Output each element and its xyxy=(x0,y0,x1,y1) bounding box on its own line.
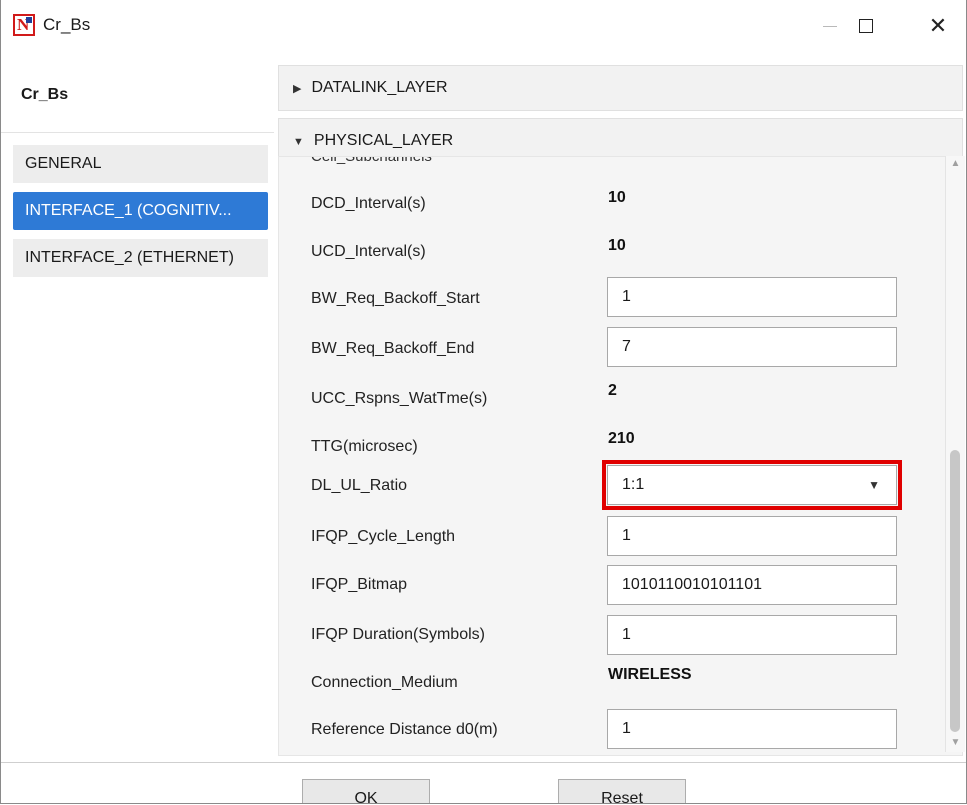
field-value: 10 xyxy=(608,189,626,206)
title-bar: N Cr_Bs ✕ xyxy=(1,0,966,60)
reference-distance-input[interactable]: 1 xyxy=(607,709,897,749)
divider xyxy=(1,132,274,133)
field-value: WIRELESS xyxy=(608,666,692,683)
row-ifqp-duration: IFQP Duration(Symbols) 1 xyxy=(279,612,939,658)
highlight-box xyxy=(602,460,902,510)
row-dcd-interval: DCD_Interval(s) 10 xyxy=(279,187,939,233)
scroll-up-icon[interactable]: ▲ xyxy=(946,158,965,169)
field-label: IFQP Duration(Symbols) xyxy=(311,626,485,643)
datalink-layer-header[interactable]: ▶ DATALINK_LAYER xyxy=(278,65,963,111)
row-ifqp-cycle-length: IFQP_Cycle_Length 1 xyxy=(279,513,939,559)
minimize-icon xyxy=(823,25,837,27)
field-label: UCC_Rspns_WatTme(s) xyxy=(311,390,488,407)
field-label: Connection_Medium xyxy=(311,674,458,691)
reset-button[interactable]: Reset xyxy=(558,779,686,803)
device-name: Cr_Bs xyxy=(21,86,69,103)
field-label: UCD_Interval(s) xyxy=(311,243,426,260)
field-value: 2 xyxy=(608,382,617,399)
datalink-layer-label: DATALINK_LAYER xyxy=(311,79,448,96)
field-label: DL_UL_Ratio xyxy=(311,477,408,494)
bw-req-backoff-start-input[interactable]: 1 xyxy=(607,277,897,317)
row-reference-distance: Reference Distance d0(m) 1 xyxy=(279,706,939,752)
scroll-down-icon[interactable]: ▼ xyxy=(946,737,965,748)
ifqp-bitmap-input[interactable]: 1010110010101101 xyxy=(607,565,897,605)
nav-item-interface-1[interactable]: INTERFACE_1 (COGNITIV... xyxy=(13,192,268,230)
vertical-scrollbar[interactable]: ▲ ▼ xyxy=(945,156,965,752)
left-nav-pane: Cr_Bs GENERAL INTERFACE_1 (COGNITIV... I… xyxy=(1,60,274,760)
expand-arrow-icon: ▶ xyxy=(293,83,302,95)
field-label: BW_Req_Backoff_End xyxy=(311,340,475,357)
properties-pane: ▶ DATALINK_LAYER ▼ PHYSICAL_LAYER Cell_Sub… xyxy=(274,60,966,760)
scroll-thumb[interactable] xyxy=(950,450,960,732)
row-dl-ul-ratio: DL_UL_Ratio 1:1 ▼ xyxy=(279,460,939,510)
field-label: IFQP_Bitmap xyxy=(311,576,408,593)
field-label: TTG(microsec) xyxy=(311,438,418,455)
field-value: 210 xyxy=(608,430,635,447)
physical-layer-label: PHYSICAL_LAYER xyxy=(313,132,454,149)
nav-item-interface-2[interactable]: INTERFACE_2 (ETHERNET) xyxy=(13,239,268,277)
field-label: IFQP_Cycle_Length xyxy=(311,528,456,545)
row-ucc-rspns-wattme: UCC_Rspns_WatTme(s) 2 xyxy=(279,378,939,424)
physical-layer-content: Cell_Subchannels DCD_Interval(s) 10 UCD_… xyxy=(278,156,963,756)
window: N Cr_Bs ✕ Cr_Bs GENERAL INTERFACE_1 (COG… xyxy=(0,0,967,804)
field-label: BW_Req_Backoff_Start xyxy=(311,290,480,307)
close-icon: ✕ xyxy=(928,13,948,38)
ifqp-cycle-length-input[interactable]: 1 xyxy=(607,516,897,556)
window-title: Cr_Bs xyxy=(43,15,91,34)
maximize-icon xyxy=(859,19,873,33)
row-bw-req-backoff-end: BW_Req_Backoff_End 7 xyxy=(279,324,939,370)
row-ifqp-bitmap: IFQP_Bitmap 1010110010101101 xyxy=(279,562,939,608)
row-bw-req-backoff-start: BW_Req_Backoff_Start 1 xyxy=(279,273,939,319)
ok-button[interactable]: OK xyxy=(302,779,430,803)
field-value: 10 xyxy=(608,237,626,254)
field-label: Reference Distance d0(m) xyxy=(311,721,498,738)
maximize-button[interactable] xyxy=(843,8,889,44)
ifqp-duration-input[interactable]: 1 xyxy=(607,615,897,655)
bw-req-backoff-end-input[interactable]: 7 xyxy=(607,327,897,367)
nav-item-general[interactable]: GENERAL xyxy=(13,145,268,183)
partial-row-label: Cell_Subchannels xyxy=(311,156,432,165)
field-label: DCD_Interval(s) xyxy=(311,195,426,212)
app-logo-icon: N xyxy=(13,14,35,36)
close-button[interactable]: ✕ xyxy=(915,8,961,44)
footer-divider xyxy=(1,762,966,763)
